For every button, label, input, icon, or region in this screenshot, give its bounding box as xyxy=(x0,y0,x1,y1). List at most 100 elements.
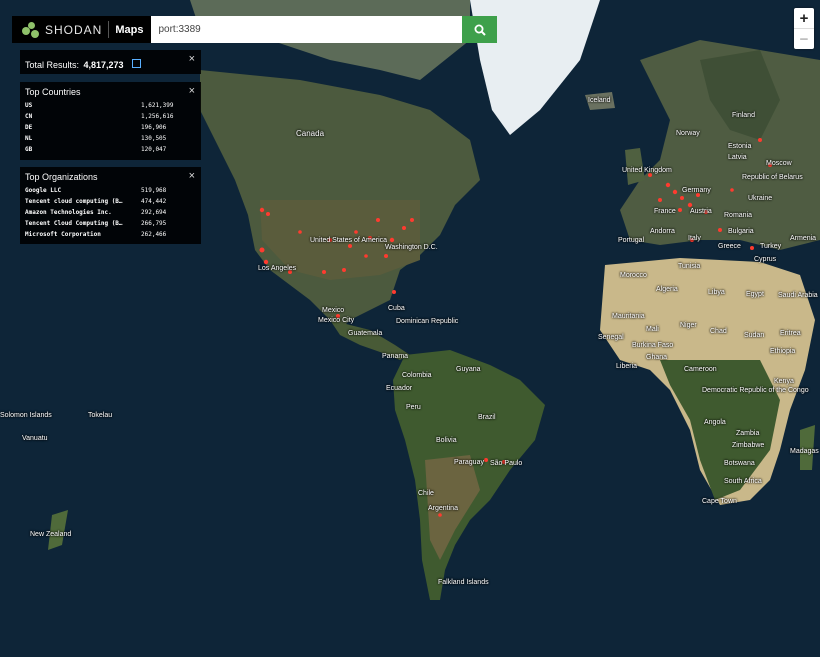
zoom-out-button[interactable]: − xyxy=(794,28,814,49)
map-label: Dominican Republic xyxy=(396,318,459,325)
map-label: Andorra xyxy=(650,228,675,235)
country-count: 196,906 xyxy=(141,124,167,131)
top-organizations-panel: Top Organizations × Google LLC 519,968 Te… xyxy=(20,167,201,244)
map-label: Portugal xyxy=(618,237,645,244)
map-label: Eritrea xyxy=(780,330,801,337)
country-name: US xyxy=(25,102,33,109)
map-label: Guatemala xyxy=(348,330,383,337)
org-count: 266,795 xyxy=(141,220,167,227)
shodan-logo-icon xyxy=(22,21,40,38)
country-name: DE xyxy=(25,124,33,131)
country-row[interactable]: DE 196,906 xyxy=(25,122,196,133)
map-label: Estonia xyxy=(728,143,752,150)
map-label: Solomon Islands xyxy=(0,412,52,419)
map-label: Peru xyxy=(406,404,421,411)
org-count: 292,694 xyxy=(141,209,167,216)
map-label: Canada xyxy=(296,129,325,138)
country-count: 130,505 xyxy=(141,135,167,142)
close-icon[interactable]: × xyxy=(189,53,195,65)
search-input[interactable] xyxy=(151,16,463,43)
map-label: Ecuador xyxy=(386,385,413,392)
country-name: GB xyxy=(25,146,33,153)
country-row[interactable]: CN 1,256,616 xyxy=(25,111,196,122)
map-label: Finland xyxy=(732,112,755,119)
map-label: France xyxy=(654,208,676,215)
map-label: Ethiopia xyxy=(770,348,796,355)
map-label: Bulgaria xyxy=(728,228,754,235)
org-count: 519,968 xyxy=(141,187,167,194)
org-row[interactable]: Tencent Cloud Computing (Beijing) Co., L… xyxy=(25,218,196,229)
map-label: Morocco xyxy=(620,272,647,279)
brand[interactable]: SHODAN Maps xyxy=(12,16,152,43)
map-label: United Kingdom xyxy=(622,167,672,174)
map-label: Egypt xyxy=(746,291,764,298)
total-results-value: 4,817,273 xyxy=(83,60,124,70)
map-label: Vanuatu xyxy=(22,435,48,442)
map-label: Cape Town xyxy=(702,498,737,505)
close-icon[interactable]: × xyxy=(189,85,195,97)
zoom-control: + − xyxy=(794,8,814,49)
country-count: 1,256,616 xyxy=(141,113,174,120)
map-label: Senegal xyxy=(598,334,624,341)
country-row[interactable]: GB 120,047 xyxy=(25,144,196,155)
map-label: Botswana xyxy=(724,460,755,467)
map-label: Greece xyxy=(718,243,741,250)
map-label: Chile xyxy=(418,490,434,497)
map-label: Bolivia xyxy=(436,437,457,444)
org-name: Amazon Technologies Inc. xyxy=(25,209,112,216)
map-label: Zimbabwe xyxy=(732,442,765,449)
total-results-panel: Total Results: 4,817,273 × xyxy=(20,50,201,74)
top-countries-title: Top Countries xyxy=(25,87,81,97)
map-label: Algeria xyxy=(656,286,678,293)
org-row[interactable]: Amazon Technologies Inc. 292,694 xyxy=(25,207,196,218)
top-countries-panel: Top Countries × US 1,621,399 CN 1,256,616 … xyxy=(20,82,201,160)
map-label: Tokelau xyxy=(88,412,113,419)
map-label: Argentina xyxy=(428,505,458,512)
org-name: Tencent cloud computing (Beijing) Co., L… xyxy=(25,198,123,205)
map-label: Romania xyxy=(724,212,753,219)
map-label: Niger xyxy=(680,322,697,329)
map-label: Norway xyxy=(676,130,700,137)
map-label: Libya xyxy=(708,289,725,296)
search-button[interactable] xyxy=(462,16,498,43)
map-label: Austria xyxy=(690,208,712,215)
map-label: Cuba xyxy=(388,305,405,312)
map-label: United States of America xyxy=(310,237,388,244)
map-label: Zambia xyxy=(736,430,760,437)
org-row[interactable]: Microsoft Corporation 262,466 xyxy=(25,229,196,240)
top-bar: SHODAN Maps xyxy=(12,16,498,43)
country-row[interactable]: NL 130,505 xyxy=(25,133,196,144)
country-name: CN xyxy=(25,113,33,120)
map-label: Panama xyxy=(382,353,409,360)
brand-name: SHODAN xyxy=(45,22,103,37)
country-row[interactable]: US 1,621,399 xyxy=(25,100,196,111)
map-label: Iceland xyxy=(588,97,611,104)
map-label: Democratic Republic of the Congo xyxy=(702,387,809,394)
map-label: Angola xyxy=(704,419,726,426)
org-row[interactable]: Google LLC 519,968 xyxy=(25,185,196,196)
map-label: Tunisia xyxy=(678,263,701,270)
map-label: Guyana xyxy=(456,366,481,373)
map-label: Chad xyxy=(710,328,727,335)
map-label: Mexico City xyxy=(318,317,355,324)
map-label: New Zealand xyxy=(30,531,72,538)
search-icon xyxy=(474,24,486,36)
total-results-label: Total Results: xyxy=(25,60,80,70)
external-link-icon[interactable] xyxy=(131,59,141,68)
map-label: Cyprus xyxy=(754,256,777,263)
org-row[interactable]: Tencent cloud computing (Beijing) Co., L… xyxy=(25,196,196,207)
map-label: South Africa xyxy=(724,478,762,485)
zoom-in-button[interactable]: + xyxy=(794,8,814,28)
close-icon[interactable]: × xyxy=(189,170,195,182)
map-label: Liberia xyxy=(616,363,638,370)
map-label: Cameroon xyxy=(684,366,717,373)
map-label: Armenia xyxy=(790,235,817,242)
map-label: Mali xyxy=(646,326,659,333)
map-label: Mauritania xyxy=(612,313,645,320)
country-count: 120,047 xyxy=(141,146,167,153)
map-label: Brazil xyxy=(478,414,496,421)
map-label: Ukraine xyxy=(748,195,773,202)
map-label: Italy xyxy=(688,235,701,242)
map-label: Madagas xyxy=(790,448,819,455)
country-count: 1,621,399 xyxy=(141,102,174,109)
